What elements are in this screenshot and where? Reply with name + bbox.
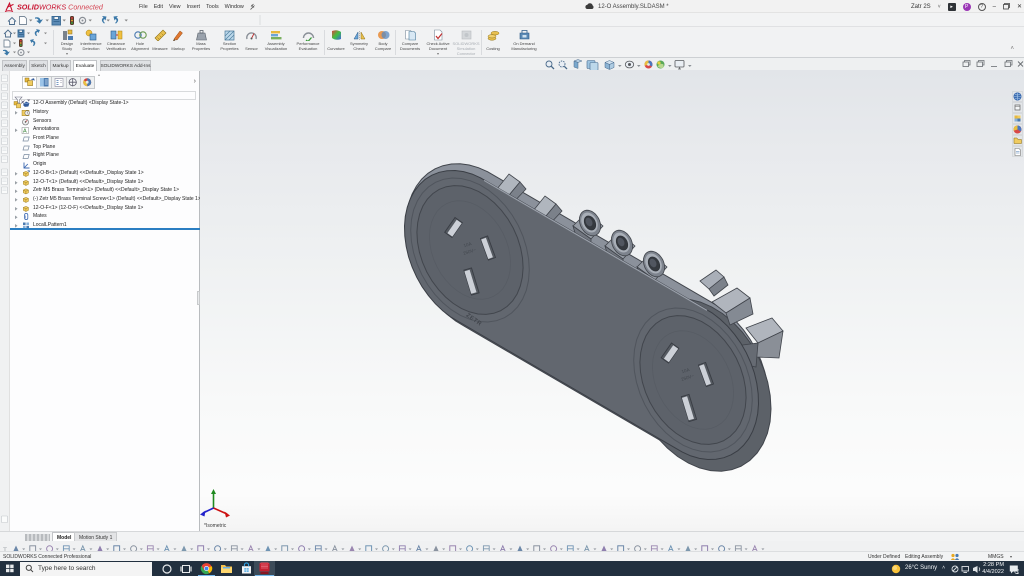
svg-text:SOLIDWORKS Connected: SOLIDWORKS Connected: [17, 2, 104, 11]
svg-text:1: 1: [1016, 569, 1019, 574]
svg-text:A: A: [23, 129, 27, 135]
